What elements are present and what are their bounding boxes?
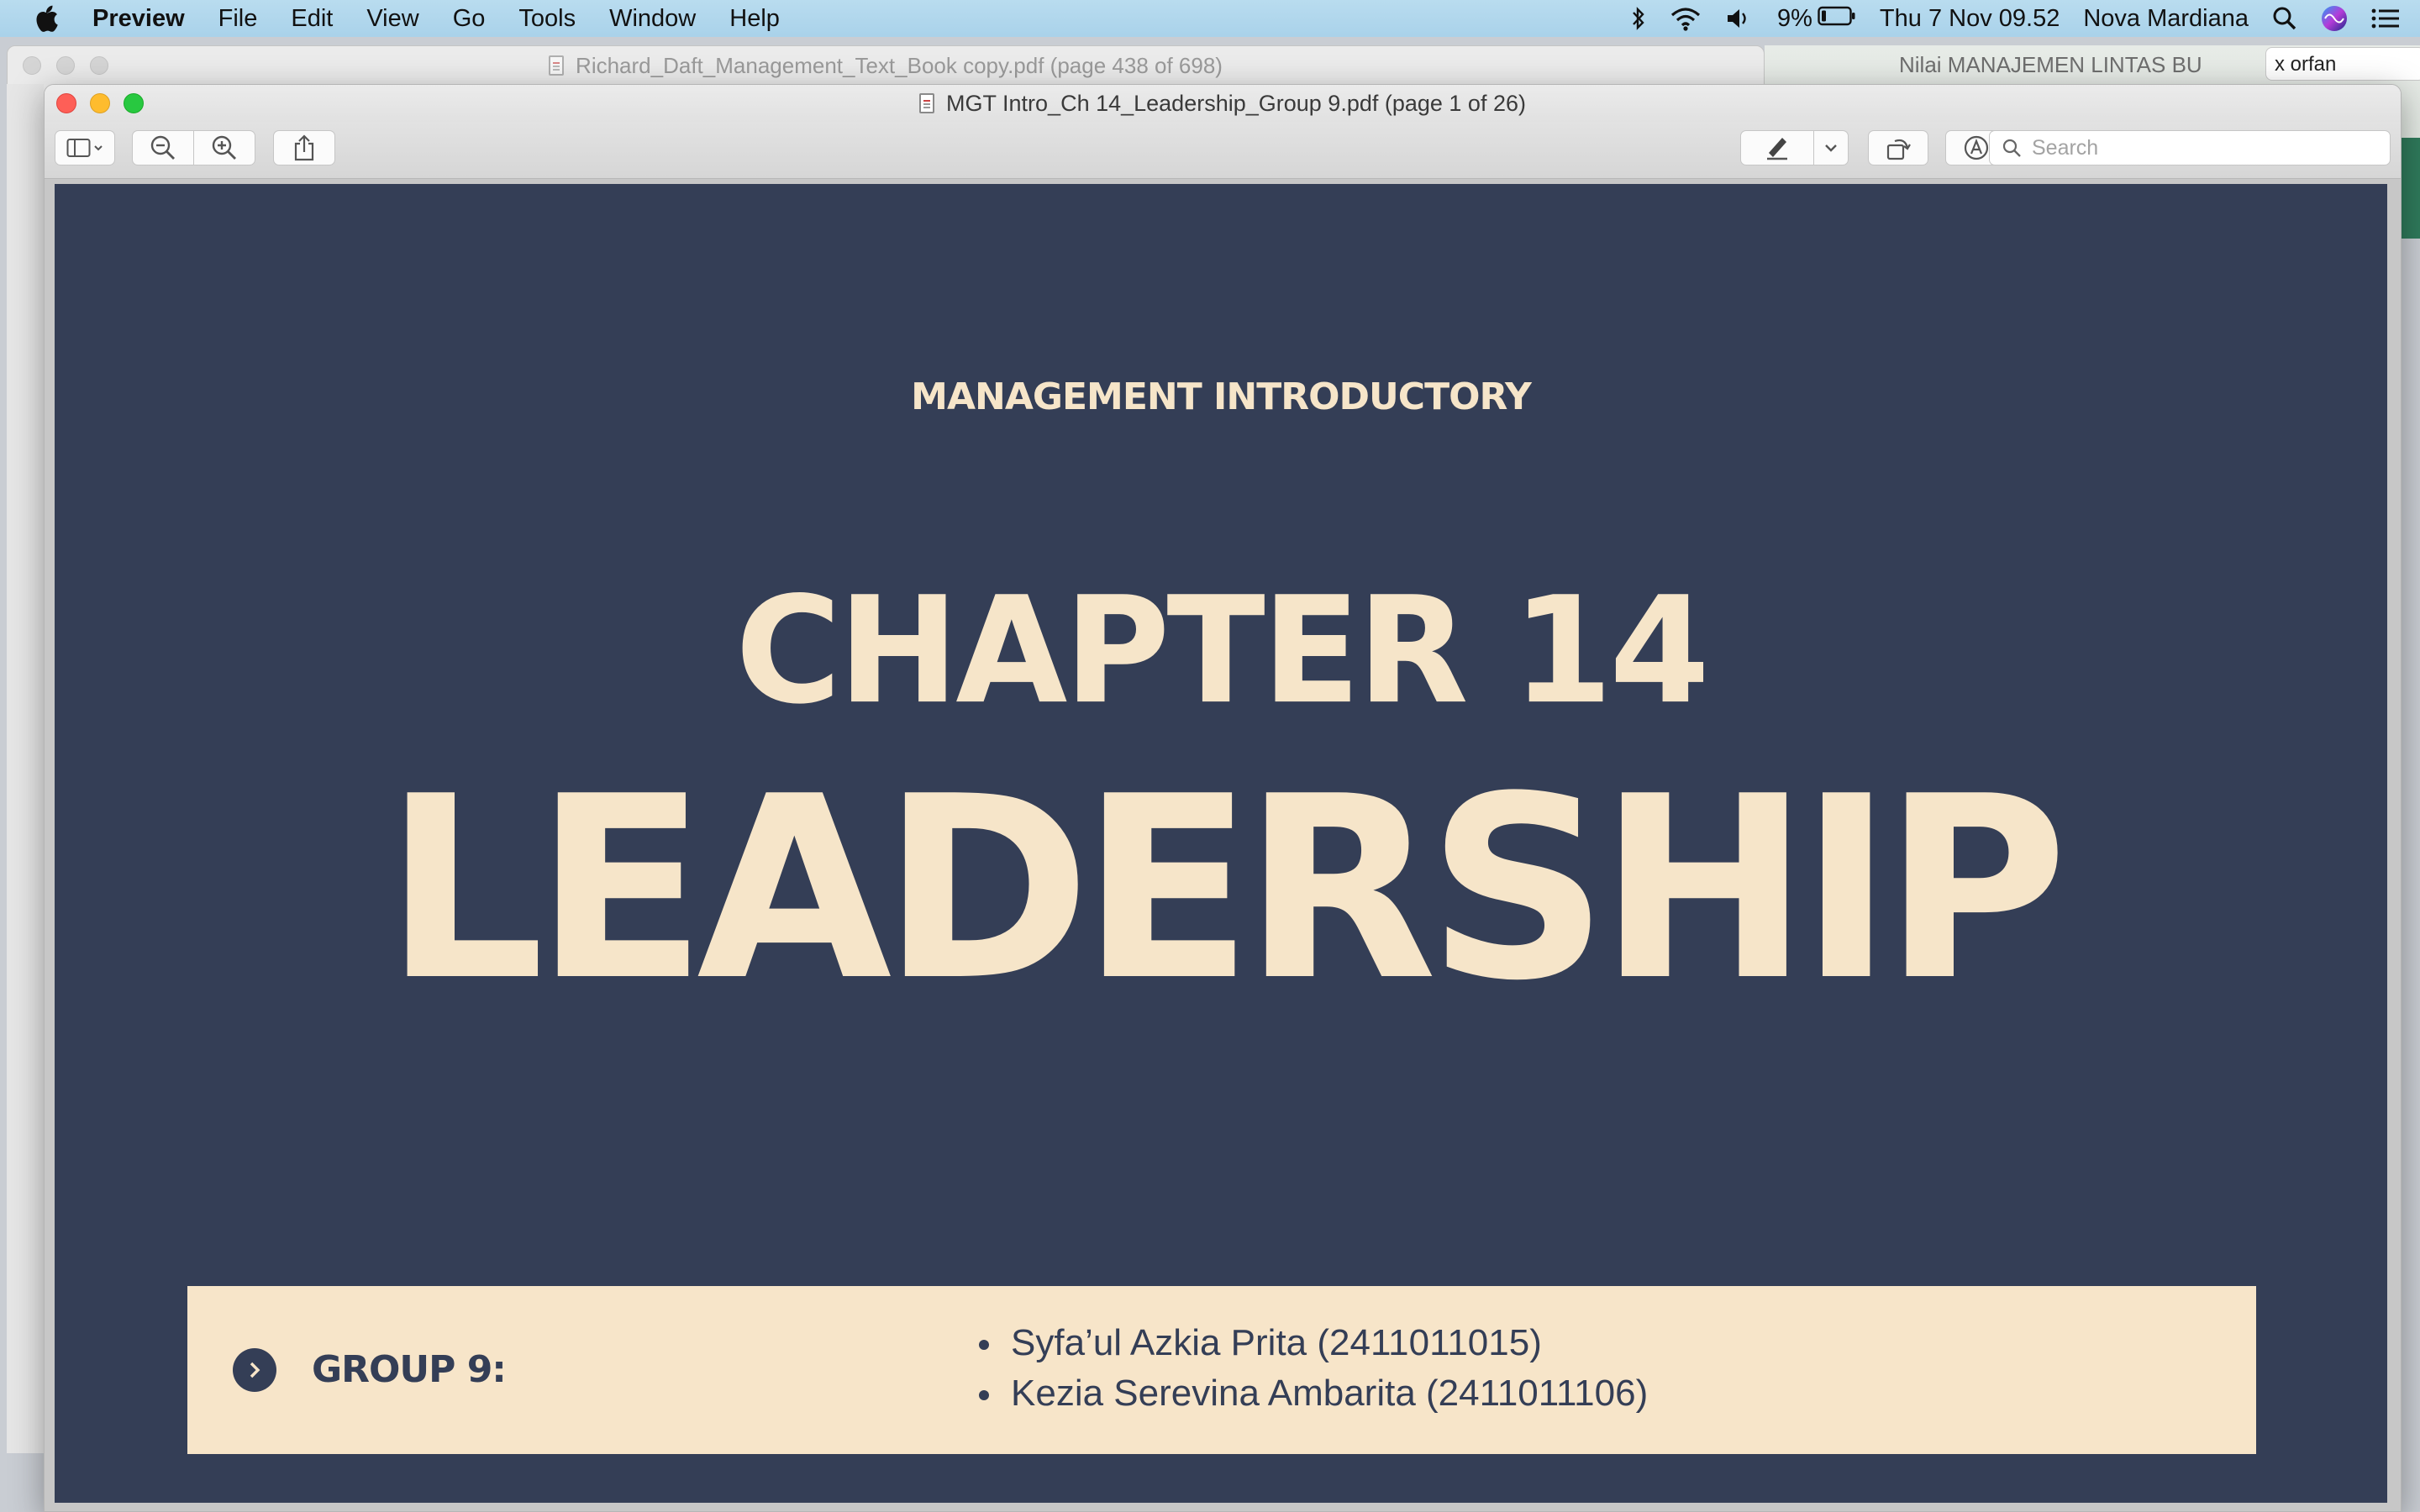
menu-app-name[interactable]: Preview bbox=[92, 5, 185, 33]
search-icon bbox=[2002, 139, 2021, 157]
markup-pen-button[interactable] bbox=[1740, 130, 1814, 165]
background-window-titlebar[interactable]: Richard_Daft_Management_Text_Book copy.p… bbox=[8, 46, 1764, 85]
document-view[interactable]: MANAGEMENT INTRODUCTORY CHAPTER 14 LEADE… bbox=[45, 179, 2401, 1511]
wifi-icon[interactable] bbox=[1670, 6, 1702, 31]
clock[interactable]: Thu 7 Nov 09.52 bbox=[1880, 5, 2060, 33]
pdf-document-icon bbox=[549, 55, 565, 76]
preview-window[interactable]: MGT Intro_Ch 14_Leadership_Group 9.pdf (… bbox=[44, 84, 2402, 1512]
zoom-in-icon bbox=[212, 135, 236, 160]
member-list: Syfa’ul Azkia Prita (2411011015) Kezia S… bbox=[979, 1318, 1648, 1419]
minimize-button[interactable] bbox=[90, 93, 110, 113]
window-titlebar[interactable]: MGT Intro_Ch 14_Leadership_Group 9.pdf (… bbox=[45, 85, 2401, 122]
markup-icon bbox=[1964, 135, 1989, 160]
menu-view[interactable]: View bbox=[366, 5, 418, 33]
menu-tools[interactable]: Tools bbox=[518, 5, 576, 33]
other-app-tab-title: Nilai MANAJEMEN LINTAS BU bbox=[1899, 52, 2202, 77]
pdf-page: MANAGEMENT INTRODUCTORY CHAPTER 14 LEADE… bbox=[55, 184, 2387, 1503]
toolbar bbox=[45, 122, 2401, 179]
other-app-search[interactable]: x orfan bbox=[2265, 47, 2420, 81]
battery-status[interactable]: 9% bbox=[1777, 5, 1856, 33]
menu-window[interactable]: Window bbox=[609, 5, 696, 33]
notification-center-icon[interactable] bbox=[2371, 8, 2400, 29]
apple-menu-icon[interactable] bbox=[0, 5, 92, 32]
group-label: GROUP 9: bbox=[312, 1348, 507, 1391]
rotate-button[interactable] bbox=[1868, 130, 1928, 165]
zoom-out-button[interactable] bbox=[132, 130, 194, 165]
menu-edit[interactable]: Edit bbox=[291, 5, 333, 33]
battery-icon bbox=[1818, 5, 1856, 33]
zoom-button[interactable] bbox=[124, 93, 144, 113]
share-button[interactable] bbox=[273, 130, 335, 165]
inactive-zoom-button[interactable] bbox=[90, 56, 108, 75]
markup-options-dropdown[interactable] bbox=[1813, 130, 1849, 165]
member-item: Kezia Serevina Ambarita (2411011106) bbox=[979, 1368, 1648, 1419]
rotate-icon bbox=[1886, 139, 1911, 160]
inactive-close-button[interactable] bbox=[23, 56, 41, 75]
chapter-title: CHAPTER 14 bbox=[735, 564, 1710, 737]
zoom-out-icon bbox=[150, 135, 175, 160]
menubar: Preview File Edit View Go Tools Window H… bbox=[0, 0, 2420, 37]
background-window-title: Richard_Daft_Management_Text_Book copy.p… bbox=[576, 52, 1223, 78]
battery-percent: 9% bbox=[1777, 4, 1812, 32]
menu-file[interactable]: File bbox=[218, 5, 258, 33]
chevron-right-circle-icon bbox=[233, 1348, 276, 1392]
background-window-edge bbox=[7, 84, 44, 1453]
sidebar-icon bbox=[66, 139, 103, 157]
menu-go[interactable]: Go bbox=[453, 5, 486, 33]
inactive-minimize-button[interactable] bbox=[56, 56, 75, 75]
window-title: MGT Intro_Ch 14_Leadership_Group 9.pdf (… bbox=[946, 90, 1526, 116]
close-button[interactable] bbox=[56, 93, 76, 113]
spotlight-search-icon[interactable] bbox=[2272, 6, 2297, 31]
pdf-document-icon[interactable] bbox=[919, 93, 935, 113]
share-icon bbox=[294, 134, 314, 161]
sidebar-toggle-button[interactable] bbox=[55, 130, 115, 165]
menu-help[interactable]: Help bbox=[729, 5, 780, 33]
chevron-down-icon bbox=[1825, 144, 1837, 152]
user-name[interactable]: Nova Mardiana bbox=[2083, 5, 2249, 33]
background-window-controls bbox=[23, 56, 124, 75]
pen-icon bbox=[1767, 138, 1787, 160]
slide-eyebrow: MANAGEMENT INTRODUCTORY bbox=[911, 375, 1532, 418]
zoom-in-button[interactable] bbox=[193, 130, 255, 165]
siri-icon[interactable] bbox=[2321, 5, 2348, 32]
bluetooth-icon[interactable] bbox=[1631, 6, 1646, 31]
window-controls bbox=[56, 93, 157, 113]
search-input[interactable] bbox=[2032, 135, 2368, 160]
search-field[interactable] bbox=[1989, 130, 2391, 165]
other-app-search-value: x orfan bbox=[2275, 53, 2337, 76]
group-info-box: GROUP 9: Syfa’ul Azkia Prita (2411011015… bbox=[187, 1286, 2256, 1454]
slide-headline: LEADERSHIP bbox=[384, 743, 2068, 1036]
volume-icon[interactable] bbox=[1725, 6, 1754, 31]
member-item: Syfa’ul Azkia Prita (2411011015) bbox=[979, 1318, 1648, 1368]
other-app-tab[interactable]: Nilai MANAJEMEN LINTAS BU bbox=[1899, 52, 2202, 78]
